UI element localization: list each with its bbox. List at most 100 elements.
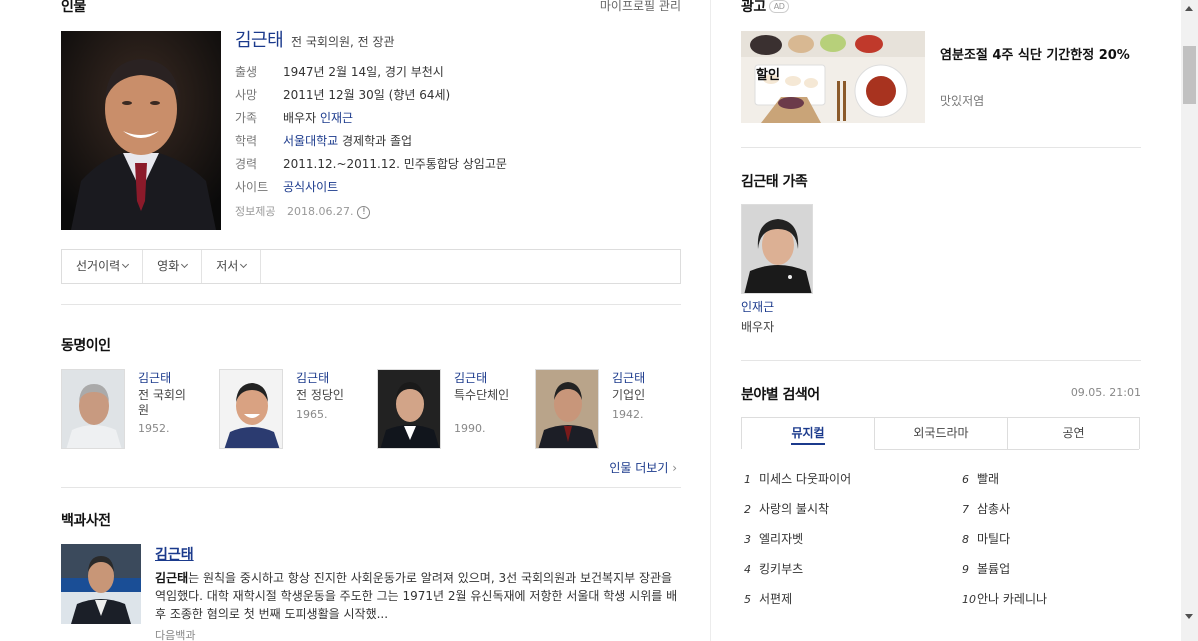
keyword-item[interactable]: 5 서편제 (741, 590, 792, 608)
keyword-item[interactable]: 3 엘리자벳 (741, 530, 803, 548)
info-value: 1947년 2월 14일, 경기 부천시 (283, 65, 444, 79)
same-name-card[interactable]: 김근태 전 국회의원 1952. (61, 369, 211, 454)
encyclopedia-summary-bold: 김근태 (155, 571, 189, 585)
same-name-photo[interactable] (219, 369, 283, 449)
same-name-title: 동명이인 (61, 338, 111, 354)
ad-advertiser[interactable]: 맛있저염 (940, 92, 984, 109)
same-name-year: 1942. (612, 408, 644, 421)
official-site-link[interactable]: 공식사이트 (283, 180, 338, 194)
person-name[interactable]: 김근태 (235, 30, 284, 51)
ad-headline-line2: 할인 (756, 68, 780, 83)
keyword-text: 마틸다 (977, 532, 1011, 546)
info-row-source: 정보제공 2018.06.27.! (235, 202, 675, 222)
tab-label: 공연 (1062, 426, 1085, 440)
keyword-rank: 1 (744, 473, 751, 486)
info-warning-icon[interactable]: ! (357, 205, 371, 219)
encyclopedia-photo[interactable] (61, 544, 141, 624)
person-name-row: 김근태 전 국회의원, 전 장관 (235, 26, 675, 54)
tab-election-history[interactable]: 선거이력 (62, 250, 144, 283)
keyword-item[interactable]: 7 삼총사 (959, 500, 1010, 518)
keyword-text: 사랑의 불시착 (759, 502, 830, 516)
info-row-birth: 출생 1947년 2월 14일, 경기 부천시 (235, 62, 675, 82)
ad-title: 광고 (741, 0, 766, 15)
keyword-rank: 4 (744, 563, 751, 576)
vertical-scrollbar[interactable] (1181, 0, 1198, 641)
same-name-year: 1952. (138, 422, 170, 435)
tab-movies[interactable]: 영화 (143, 250, 203, 283)
tab-label: 선거이력 (76, 259, 121, 273)
same-name-desc: 전 정당인 (296, 388, 344, 402)
info-value: 서울대학교 경제학과 졸업 (283, 131, 412, 151)
scroll-down-button[interactable] (1181, 608, 1198, 625)
ad-headline-line1: 염분조절 4주 식단 기간한정 20% (940, 48, 1130, 63)
my-profile-manage-link[interactable]: 마이프로필 관리 (600, 0, 681, 14)
same-name-link[interactable]: 김근태 (296, 369, 329, 386)
keyword-text: 킹키부츠 (759, 562, 804, 576)
keyword-text: 볼륨업 (977, 562, 1011, 576)
tab-books[interactable]: 저서 (202, 250, 262, 283)
same-name-link[interactable]: 김근태 (454, 369, 487, 386)
info-label: 사이트 (235, 180, 269, 194)
keyword-rank: 6 (962, 473, 969, 486)
same-name-desc: 기업인 (612, 388, 646, 402)
info-value: 배우자 인재근 (283, 108, 353, 128)
keyword-section-title: 분야별 검색어 (741, 387, 820, 403)
ad-headline[interactable]: 염분조절 4주 식단 기간한정 20% 할인 (756, 46, 1141, 83)
family-photo[interactable] (741, 204, 813, 294)
keyword-text: 엘리자벳 (759, 532, 804, 546)
scroll-up-button[interactable] (1181, 0, 1198, 17)
info-label: 경력 (235, 157, 258, 171)
same-name-desc: 전 국회의원 (138, 388, 186, 417)
chevron-down-icon (122, 260, 130, 269)
same-name-link[interactable]: 김근태 (138, 369, 171, 386)
tab-musical[interactable]: 뮤지컬 (742, 418, 875, 450)
same-name-photo[interactable] (535, 369, 599, 449)
more-people-link[interactable]: 인물 더보기 › (609, 459, 677, 476)
person-section-header: 인물 마이프로필 관리 (61, 0, 681, 16)
family-member-link[interactable]: 인재근 (741, 298, 774, 315)
tab-foreign-drama[interactable]: 외국드라마 (875, 418, 1008, 450)
keyword-item[interactable]: 6 빨래 (959, 470, 999, 488)
divider (741, 360, 1141, 361)
encyclopedia-source[interactable]: 다음백과 (155, 627, 195, 641)
person-section-title: 인물 (61, 0, 86, 15)
keyword-timestamp: 09.05. 21:01 (1070, 386, 1141, 399)
same-name-link[interactable]: 김근태 (612, 369, 645, 386)
spouse-link[interactable]: 인재근 (320, 111, 353, 125)
keyword-rank: 2 (744, 503, 751, 516)
keyword-item[interactable]: 4 킹키부츠 (741, 560, 803, 578)
keyword-rank: 10 (962, 593, 976, 606)
keyword-tab-bar: 뮤지컬 외국드라마 공연 (741, 417, 1140, 450)
keyword-item[interactable]: 1 미세스 다웃파이어 (741, 470, 851, 488)
column-divider (710, 0, 711, 641)
info-value: 2011년 12월 30일 (향년 64세) (283, 88, 451, 102)
info-date: 2018.06.27. (287, 205, 354, 218)
family-member-relation: 배우자 (741, 320, 775, 334)
same-name-photo[interactable] (377, 369, 441, 449)
scrollbar-thumb[interactable] (1183, 46, 1196, 104)
encyclopedia-entry-link[interactable]: 김근태 (155, 544, 194, 564)
same-name-year: 1990. (454, 422, 486, 435)
keyword-text: 미세스 다웃파이어 (759, 472, 852, 486)
same-name-card[interactable]: 김근태 기업인 1942. (535, 369, 685, 454)
tab-performance[interactable]: 공연 (1008, 418, 1139, 450)
info-row-death: 사망 2011년 12월 30일 (향년 64세) (235, 85, 675, 105)
keyword-item[interactable]: 2 사랑의 불시착 (741, 500, 829, 518)
info-row-career: 경력 2011.12.~2011.12. 민주통합당 상임고문 (235, 154, 675, 174)
same-name-card[interactable]: 김근태 전 정당인 1965. (219, 369, 369, 454)
info-label: 학력 (235, 134, 258, 148)
keyword-rank: 5 (744, 593, 751, 606)
keyword-item[interactable]: 8 마틸다 (959, 530, 1010, 548)
ad-badge: AD (768, 0, 790, 13)
keyword-item[interactable]: 10안나 카레니나 (959, 590, 1047, 608)
person-portrait[interactable] (61, 31, 221, 230)
person-tab-bar: 선거이력 영화 저서 (61, 249, 681, 284)
same-name-card[interactable]: 김근태 특수단체인 1990. (377, 369, 527, 454)
university-link[interactable]: 서울대학교 (283, 134, 338, 148)
person-description: 전 국회의원, 전 장관 (291, 35, 395, 49)
keyword-text: 서편제 (759, 592, 793, 606)
info-label: 사망 (235, 88, 258, 102)
keyword-item[interactable]: 9 볼륨업 (959, 560, 1010, 578)
keyword-text: 삼총사 (977, 502, 1011, 516)
same-name-photo[interactable] (61, 369, 125, 449)
